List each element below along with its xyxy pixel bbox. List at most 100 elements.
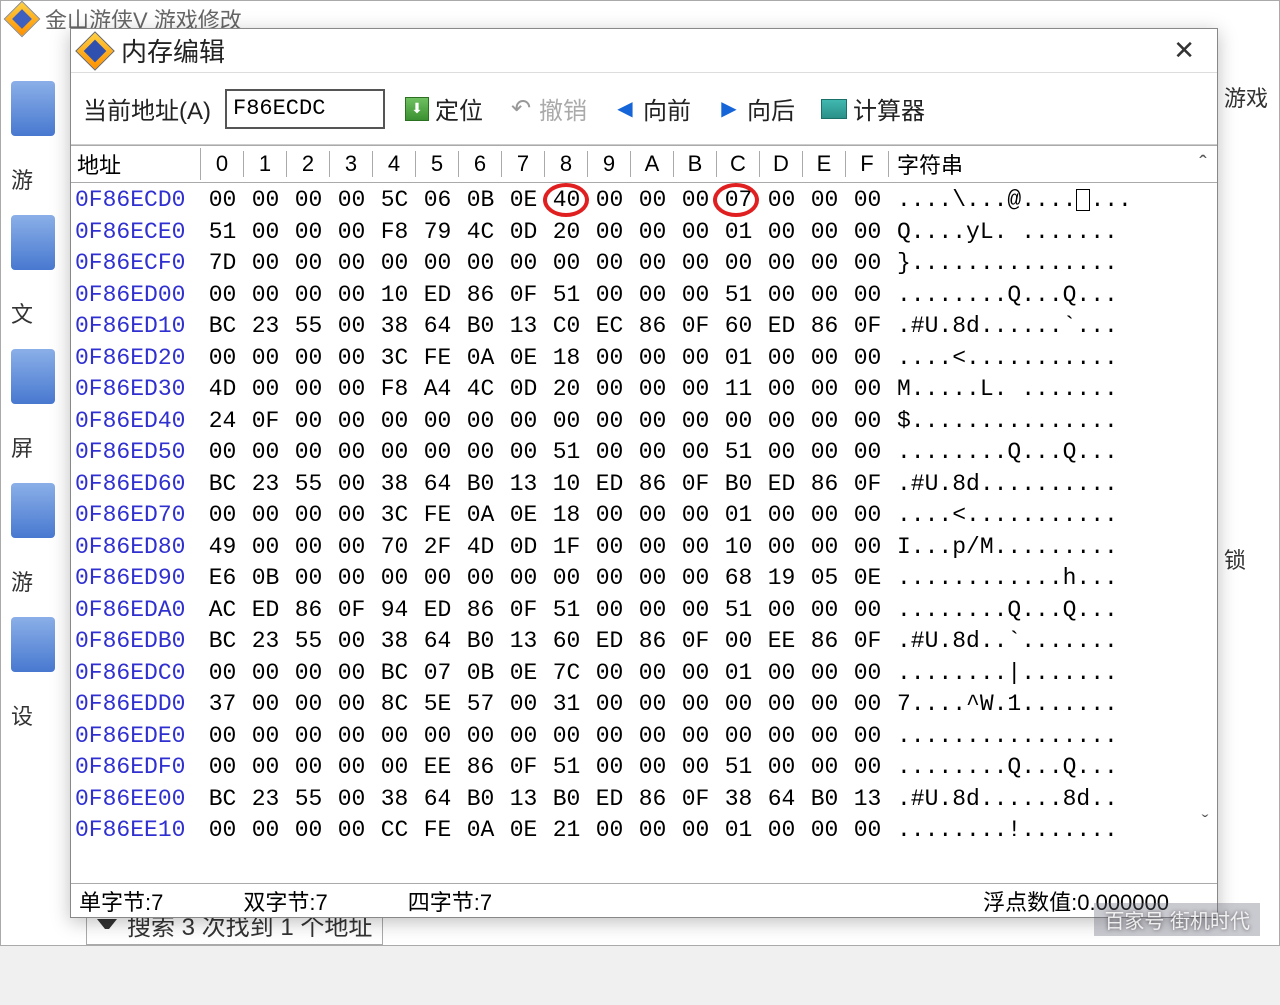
byte-cell[interactable]: 00 — [631, 500, 674, 532]
byte-cell[interactable]: 00 — [287, 280, 330, 312]
close-button[interactable]: ✕ — [1161, 33, 1207, 68]
byte-cell[interactable]: 01 — [717, 815, 760, 847]
byte-cell[interactable]: 00 — [545, 563, 588, 595]
byte-cell[interactable]: 00 — [287, 406, 330, 438]
byte-cell[interactable]: 00 — [330, 469, 373, 501]
byte-cell[interactable]: 00 — [631, 343, 674, 375]
byte-cell[interactable]: 00 — [588, 343, 631, 375]
byte-cell[interactable]: 3C — [373, 500, 416, 532]
byte-cell[interactable]: 00 — [330, 626, 373, 658]
byte-cell[interactable]: 00 — [244, 374, 287, 406]
hex-row[interactable]: 0F86ED90E60B000000000000000000006819050E… — [71, 563, 1217, 595]
hex-row[interactable]: 0F86EDE000000000000000000000000000000000… — [71, 721, 1217, 753]
byte-cell[interactable]: 10 — [373, 280, 416, 312]
byte-cell[interactable]: 0F — [674, 311, 717, 343]
byte-cell[interactable]: 00 — [631, 406, 674, 438]
byte-cell[interactable]: BC — [201, 784, 244, 816]
byte-cell[interactable]: 0F — [502, 752, 545, 784]
byte-cell[interactable]: 51 — [717, 752, 760, 784]
byte-cell[interactable]: 00 — [760, 248, 803, 280]
byte-cell[interactable]: 00 — [760, 406, 803, 438]
byte-cell[interactable]: B0 — [459, 311, 502, 343]
byte-cell[interactable]: 00 — [674, 595, 717, 627]
byte-cell[interactable]: 00 — [330, 784, 373, 816]
byte-cell[interactable]: 13 — [502, 626, 545, 658]
byte-cell[interactable]: 38 — [373, 469, 416, 501]
byte-cell[interactable]: 00 — [330, 815, 373, 847]
byte-cell[interactable]: E6 — [201, 563, 244, 595]
byte-cell[interactable]: 60 — [545, 626, 588, 658]
byte-cell[interactable]: 00 — [760, 721, 803, 753]
byte-cell[interactable]: BC — [201, 626, 244, 658]
byte-cell[interactable]: 00 — [287, 185, 330, 217]
byte-cell[interactable]: 00 — [674, 185, 717, 217]
byte-cell[interactable]: 00 — [803, 815, 846, 847]
byte-cell[interactable]: 00 — [287, 721, 330, 753]
hex-row[interactable]: 0F86ED8049000000702F4D0D1F00000010000000… — [71, 532, 1217, 564]
byte-cell[interactable]: 00 — [846, 374, 889, 406]
byte-cell[interactable]: 00 — [545, 248, 588, 280]
byte-cell[interactable]: 0B — [459, 658, 502, 690]
byte-cell[interactable]: 86 — [287, 595, 330, 627]
byte-cell[interactable]: 00 — [760, 343, 803, 375]
byte-cell[interactable]: 00 — [330, 217, 373, 249]
byte-cell[interactable]: 00 — [631, 374, 674, 406]
byte-cell[interactable]: 00 — [373, 563, 416, 595]
byte-cell[interactable]: B0 — [545, 784, 588, 816]
byte-cell[interactable]: 0F — [502, 280, 545, 312]
hex-row[interactable]: 0F86EDA0ACED860F94ED860F5100000051000000… — [71, 595, 1217, 627]
byte-cell[interactable]: 51 — [717, 595, 760, 627]
hex-row[interactable]: 0F86EDF00000000000EE860F5100000051000000… — [71, 752, 1217, 784]
byte-cell[interactable]: 51 — [545, 437, 588, 469]
byte-cell[interactable]: 00 — [803, 280, 846, 312]
bg-sidebar-item[interactable] — [11, 215, 55, 270]
byte-cell[interactable]: 00 — [502, 721, 545, 753]
byte-cell[interactable]: 00 — [760, 595, 803, 627]
byte-cell[interactable]: 0F — [674, 626, 717, 658]
hex-row[interactable]: 0F86ED000000000010ED860F5100000051000000… — [71, 280, 1217, 312]
byte-cell[interactable]: 00 — [416, 406, 459, 438]
byte-cell[interactable]: 00 — [330, 658, 373, 690]
byte-cell[interactable]: 0D — [502, 532, 545, 564]
byte-cell[interactable]: 40 — [545, 185, 588, 217]
byte-cell[interactable]: 00 — [330, 532, 373, 564]
undo-button[interactable]: ↶ 撤销 — [503, 87, 593, 130]
byte-cell[interactable]: 00 — [631, 185, 674, 217]
byte-cell[interactable]: 07 — [717, 185, 760, 217]
byte-cell[interactable]: 5C — [373, 185, 416, 217]
byte-cell[interactable]: 0E — [846, 563, 889, 595]
byte-cell[interactable]: 86 — [631, 626, 674, 658]
byte-cell[interactable]: 00 — [330, 500, 373, 532]
hex-row[interactable]: 0F86ED70000000003CFE0A0E1800000001000000… — [71, 500, 1217, 532]
byte-cell[interactable]: 4D — [459, 532, 502, 564]
byte-cell[interactable]: 00 — [287, 563, 330, 595]
byte-cell[interactable]: 00 — [846, 185, 889, 217]
next-button[interactable]: ▶ 向后 — [711, 87, 801, 130]
byte-cell[interactable]: 00 — [373, 752, 416, 784]
byte-cell[interactable]: 11 — [717, 374, 760, 406]
byte-cell[interactable]: 00 — [201, 815, 244, 847]
byte-cell[interactable]: 00 — [631, 721, 674, 753]
byte-cell[interactable]: 3C — [373, 343, 416, 375]
byte-cell[interactable]: 64 — [760, 784, 803, 816]
byte-cell[interactable]: 00 — [287, 532, 330, 564]
byte-cell[interactable]: CC — [373, 815, 416, 847]
byte-cell[interactable]: 00 — [760, 217, 803, 249]
byte-cell[interactable]: 51 — [545, 280, 588, 312]
byte-cell[interactable]: 70 — [373, 532, 416, 564]
byte-cell[interactable]: 00 — [244, 500, 287, 532]
byte-cell[interactable]: 00 — [588, 689, 631, 721]
byte-cell[interactable]: 00 — [760, 437, 803, 469]
byte-cell[interactable]: 00 — [287, 343, 330, 375]
byte-cell[interactable]: 0F — [846, 626, 889, 658]
byte-cell[interactable]: 00 — [674, 815, 717, 847]
bg-sidebar-item[interactable] — [11, 81, 55, 136]
byte-cell[interactable]: 49 — [201, 532, 244, 564]
scroll-up-icon[interactable]: ˆ — [1189, 151, 1217, 177]
byte-cell[interactable]: 00 — [760, 280, 803, 312]
byte-cell[interactable]: 00 — [502, 689, 545, 721]
byte-cell[interactable]: 00 — [244, 185, 287, 217]
byte-cell[interactable]: 00 — [717, 721, 760, 753]
byte-cell[interactable]: 18 — [545, 343, 588, 375]
byte-cell[interactable]: 7D — [201, 248, 244, 280]
